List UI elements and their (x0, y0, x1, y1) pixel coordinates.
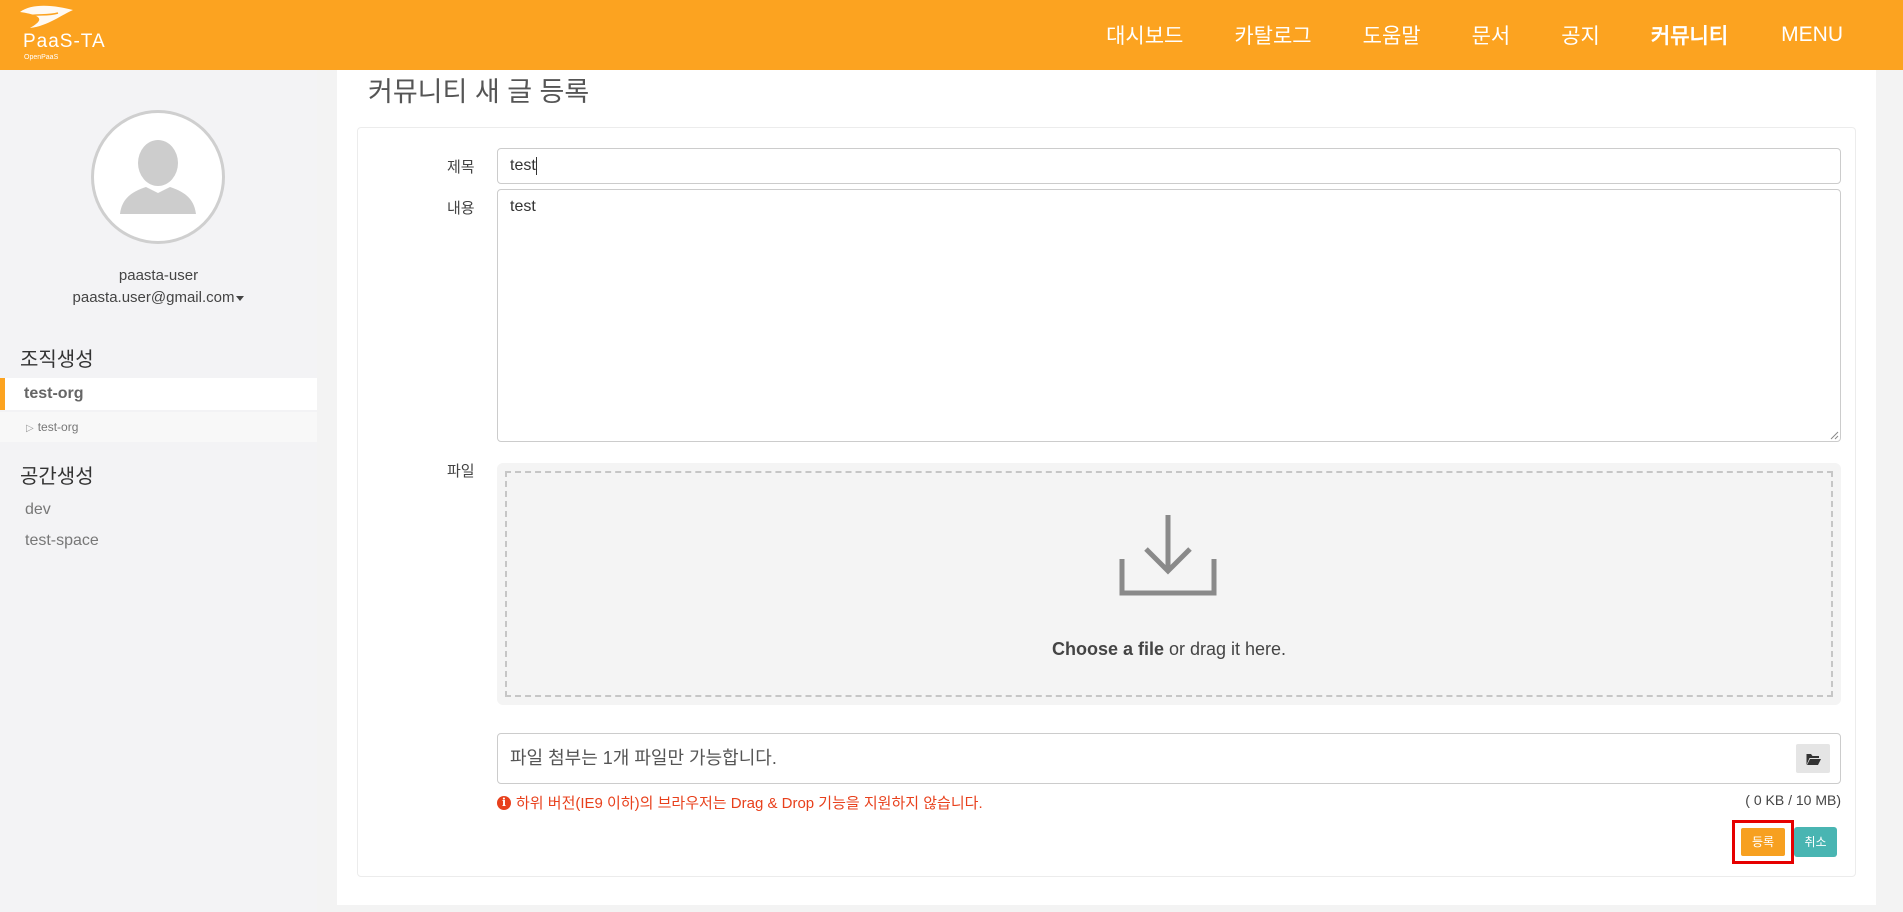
submit-button[interactable]: 등록 (1741, 828, 1785, 856)
warning-text: 하위 버전(IE9 이하)의 브라우저는 Drag & Drop 기능을 지원하… (516, 795, 983, 812)
org-sub-item[interactable]: ▷ test-org (0, 412, 317, 442)
nav-catalog[interactable]: 카탈로그 (1234, 20, 1311, 50)
nav-dashboard[interactable]: 대시보드 (1106, 20, 1183, 50)
folder-open-icon (1806, 754, 1821, 765)
nav-help[interactable]: 도움말 (1363, 20, 1421, 50)
user-name: paasta-user (118, 267, 199, 284)
info-circle-icon: i (497, 795, 511, 810)
content-textarea[interactable]: test (497, 189, 1841, 442)
file-label: 파일 (447, 463, 475, 480)
org-sub-item-label: test-org (37, 420, 79, 434)
download-icon (1119, 515, 1217, 596)
user-email: paasta.user@gmail.com (72, 289, 235, 306)
space-item-dev[interactable]: dev (25, 501, 51, 519)
paasta-logo[interactable]: PaaS-TA OpenPaaS (18, 4, 118, 66)
main-nav: 대시보드 카탈로그 도움말 문서 공지 커뮤니티 MENU (1106, 0, 1903, 70)
menu-button[interactable]: MENU (1781, 23, 1843, 47)
file-browse-button[interactable] (1796, 744, 1830, 773)
page-title: 커뮤니티 새 글 등록 (368, 77, 590, 107)
user-email-dropdown[interactable]: paasta.user@gmail.com (0, 289, 317, 306)
user-silhouette-icon (120, 140, 196, 214)
top-header: PaaS-TA OpenPaaS 대시보드 카탈로그 도움말 문서 공지 커뮤니… (0, 0, 1903, 70)
space-section-title: 공간생성 (20, 466, 94, 488)
triangle-right-icon: ▷ (26, 423, 34, 434)
file-name-field[interactable]: 파일 첨부는 1개 파일만 가능합니다. (497, 733, 1841, 784)
logo-subtext: OpenPaaS (24, 54, 59, 61)
file-size-indicator: ( 0 KB / 10 MB) (1745, 792, 1841, 808)
title-input[interactable]: test (497, 148, 1841, 184)
content-label: 내용 (447, 200, 475, 217)
content-value: test (510, 198, 536, 215)
file-field-text: 파일 첨부는 1개 파일만 가능합니다. (510, 748, 777, 768)
title-label: 제목 (447, 159, 475, 176)
caret-down-icon (236, 295, 245, 301)
dropzone-rest-text: or drag it here. (1163, 639, 1287, 659)
nav-community[interactable]: 커뮤니티 (1651, 20, 1728, 50)
dropzone-container: Choose a file or drag it here. (497, 463, 1841, 705)
cancel-button[interactable]: 취소 (1794, 827, 1837, 857)
avatar (91, 110, 225, 244)
logo-text: PaaS-TA (23, 31, 106, 52)
sidebar: paasta-user paasta.user@gmail.com 조직생성 t… (0, 70, 317, 912)
dropzone-choose-link[interactable]: Choose a file (1052, 639, 1164, 659)
title-input-value: test (510, 157, 536, 174)
space-item-test-space[interactable]: test-space (25, 532, 99, 550)
dropzone-text: Choose a file or drag it here. (507, 639, 1831, 660)
dragdrop-warning: i 하위 버전(IE9 이하)의 브라우저는 Drag & Drop 기능을 지원… (497, 792, 983, 813)
file-dropzone[interactable]: Choose a file or drag it here. (505, 471, 1833, 697)
nav-notice[interactable]: 공지 (1561, 20, 1600, 50)
nav-docs[interactable]: 문서 (1472, 20, 1511, 50)
logo-swoosh-icon (20, 5, 73, 29)
resize-handle-icon[interactable] (1830, 431, 1839, 440)
org-item-test-org[interactable]: test-org (0, 378, 317, 410)
org-section-title: 조직생성 (20, 349, 94, 371)
text-cursor (535, 156, 537, 175)
